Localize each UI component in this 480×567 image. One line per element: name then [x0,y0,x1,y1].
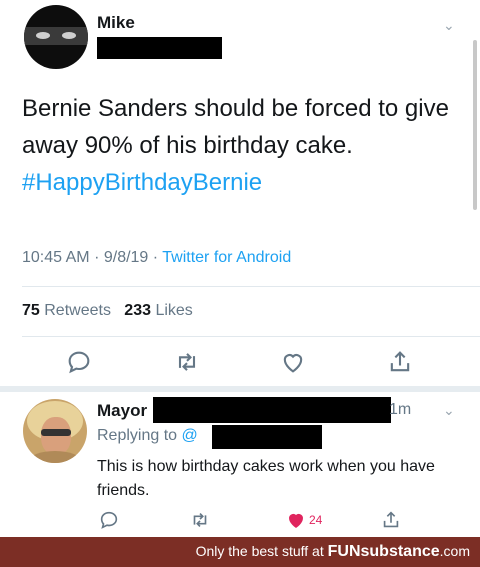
reply-icon[interactable] [65,348,93,376]
like-icon[interactable] [279,348,307,376]
redacted-handle [97,37,222,59]
scrollbar[interactable] [473,40,477,210]
hashtag-link[interactable]: #HappyBirthdayBernie [22,164,462,201]
meta-separator: · [94,249,104,266]
client-link[interactable]: Twitter for Android [162,249,291,266]
main-tweet: Mike ⌄ Bernie Sanders should be forced t… [0,0,480,390]
avatar-shirt [29,451,81,463]
reply-text: This is how birthday cakes work when you… [97,458,435,499]
footer-text: Only the best stuff at FUNsubstance.com [196,543,470,561]
reply-tweet: Mayor 1m ⌄ Replying to @ This is how bir… [0,392,480,537]
tweet-text: Bernie Sanders should be forced to give … [22,90,462,201]
tweet-date: 9/8/19 [103,249,149,266]
meta-separator: · [152,249,163,266]
footer-brand: FUNsubstance [327,543,440,560]
replying-label: Replying to [97,427,178,444]
reply-icon[interactable] [98,509,120,531]
redacted-handle [153,397,391,423]
avatar[interactable] [23,399,87,463]
tweet-time: 10:45 AM [22,249,90,266]
chevron-down-icon[interactable]: ⌄ [443,402,455,419]
tweet-meta: 10:45 AM · 9/8/19 · Twitter for Android [22,249,291,267]
likes-label: Likes [155,302,193,319]
reply-time: 1m [389,401,412,418]
avatar[interactable] [24,5,88,69]
avatar-band [24,27,88,45]
watermark-footer: Only the best stuff at FUNsubstance.com [0,537,480,567]
avatar-eye [36,32,50,39]
retweets-stat[interactable]: 75 Retweets [22,302,111,319]
avatar-face [41,417,71,455]
tweet-stats: 75 Retweets 233 Likes [22,302,193,320]
reply-actions [0,509,480,531]
share-icon[interactable] [386,348,414,376]
retweet-icon[interactable] [189,509,211,531]
avatar-glasses [41,429,71,436]
divider [22,286,480,287]
avatar-eye [62,32,76,39]
replying-handle[interactable]: @ [182,427,198,444]
redacted-replying-handle [212,425,322,449]
footer-suffix: .com [439,543,470,559]
divider [22,336,480,337]
likes-count: 233 [124,302,151,319]
replying-to: Replying to @ [97,427,198,445]
chevron-down-icon[interactable]: ⌄ [443,17,455,34]
footer-prefix: Only the best stuff at [195,543,324,559]
retweets-label: Retweets [44,302,111,319]
reply-like-count: 24 [309,513,323,527]
tweet-body: Bernie Sanders should be forced to give … [22,95,449,159]
share-icon[interactable] [380,509,402,531]
retweet-icon[interactable] [173,348,201,376]
tweet-actions [0,348,480,378]
author-name[interactable]: Mike [97,13,135,33]
retweets-count: 75 [22,302,40,319]
reply-author-name[interactable]: Mayor [97,401,147,421]
like-icon[interactable] [285,509,307,531]
likes-stat[interactable]: 233 Likes [124,302,193,319]
